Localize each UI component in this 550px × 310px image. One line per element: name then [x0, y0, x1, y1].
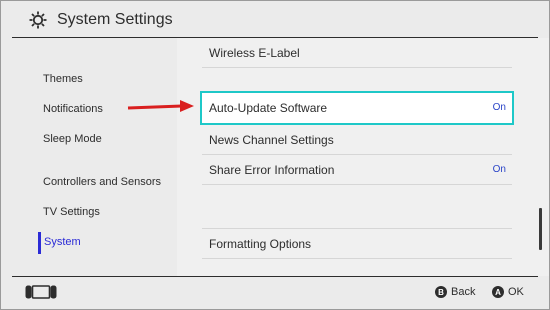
row-label: Share Error Information: [209, 163, 335, 177]
row-wireless-e-label[interactable]: Wireless E-Label: [202, 38, 512, 68]
sidebar-item-notifications[interactable]: Notifications: [43, 103, 103, 115]
sidebar-item-sleep-mode[interactable]: Sleep Mode: [43, 133, 102, 145]
sidebar: amiibo Themes Notifications Sleep Mode C…: [1, 38, 177, 276]
row-formatting-options[interactable]: Formatting Options: [202, 229, 512, 259]
sidebar-item-controllers-and-sensors[interactable]: Controllers and Sensors: [43, 176, 161, 188]
b-button-icon: B: [435, 286, 447, 298]
row-label: Wireless E-Label: [209, 46, 300, 60]
gear-icon: [29, 11, 47, 29]
a-button-icon: A: [492, 286, 504, 298]
row-divider: [202, 184, 512, 185]
row-divider: [202, 67, 512, 68]
back-hint[interactable]: B Back: [435, 286, 475, 298]
row-value-on: On: [492, 164, 506, 175]
back-label: Back: [451, 286, 476, 298]
scrollbar[interactable]: [539, 208, 542, 250]
sidebar-item-themes[interactable]: Themes: [43, 73, 83, 85]
sidebar-item-tv-settings[interactable]: TV Settings: [43, 206, 100, 218]
active-indicator: [38, 232, 41, 254]
console-icon: [25, 285, 57, 299]
page-title: System Settings: [57, 11, 173, 28]
row-auto-update-software[interactable]: Auto-Update Software On: [200, 91, 514, 125]
footer: B Back A OK: [1, 277, 549, 308]
row-label: News Channel Settings: [209, 133, 334, 147]
settings-list: Wireless E-Label Auto-Update Software On…: [177, 38, 549, 276]
header: System Settings: [1, 1, 549, 37]
row-divider: [202, 258, 512, 259]
annotation-arrow: [127, 100, 194, 112]
row-share-error-information[interactable]: Share Error Information On: [202, 155, 512, 185]
sidebar-item-system[interactable]: System: [44, 236, 81, 248]
ok-label: OK: [508, 286, 524, 298]
row-label: Auto-Update Software: [209, 101, 328, 115]
ok-hint[interactable]: A OK: [492, 286, 524, 298]
sidebar-item-amiibo[interactable]: amiibo: [43, 38, 72, 41]
row-news-channel-settings[interactable]: News Channel Settings: [202, 125, 512, 155]
row-value-on: On: [492, 102, 506, 113]
row-label: Formatting Options: [209, 237, 312, 251]
